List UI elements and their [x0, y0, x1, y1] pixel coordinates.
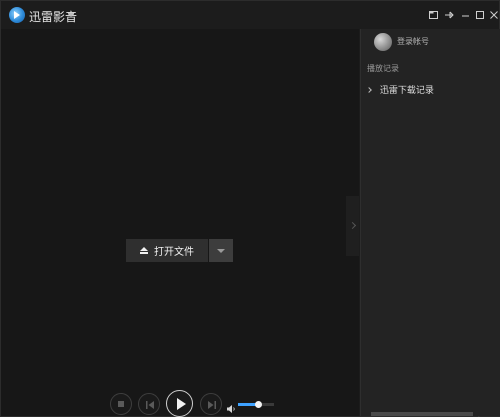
- open-file-dropdown-button[interactable]: [209, 239, 233, 262]
- mini-mode-icon[interactable]: [428, 9, 440, 21]
- close-icon[interactable]: [488, 9, 500, 21]
- next-icon: [208, 401, 216, 409]
- xunlei-logo-icon[interactable]: [9, 7, 25, 23]
- pin-icon[interactable]: [443, 9, 455, 21]
- eject-icon: [140, 247, 148, 254]
- sidebar-scrollbar[interactable]: [371, 412, 473, 416]
- avatar[interactable]: [374, 33, 392, 51]
- player-window: 迅雷影音 打开文件 登录帐号 播放记录 迅雷下载记录: [0, 0, 500, 417]
- play-button[interactable]: [166, 390, 193, 417]
- volume-slider[interactable]: [238, 401, 274, 408]
- open-file-label: 打开文件: [154, 247, 194, 258]
- history-item-label: 迅雷下载记录: [379, 86, 434, 96]
- history-heading: 播放记录: [367, 64, 399, 73]
- volume-icon[interactable]: [226, 399, 236, 413]
- previous-icon: [146, 401, 154, 409]
- open-file-button[interactable]: 打开文件: [126, 239, 208, 262]
- menu-caret-icon[interactable]: [68, 13, 74, 17]
- sidebar-bottom-tools: [465, 408, 495, 417]
- previous-button[interactable]: [138, 393, 160, 415]
- sidebar-toggle-button[interactable]: [346, 196, 359, 256]
- title-bar[interactable]: 迅雷影音: [1, 1, 499, 29]
- volume-knob[interactable]: [254, 401, 262, 408]
- maximize-icon[interactable]: [474, 9, 486, 21]
- next-button[interactable]: [200, 393, 222, 415]
- open-file-group: 打开文件: [126, 239, 233, 262]
- login-link[interactable]: 登录帐号: [397, 36, 429, 47]
- video-area[interactable]: 打开文件: [1, 29, 359, 416]
- sidebar-panel: 登录帐号 播放记录 迅雷下载记录: [360, 29, 500, 417]
- chevron-right-icon: [366, 87, 372, 93]
- minimize-icon[interactable]: [460, 9, 472, 21]
- stop-button[interactable]: [110, 393, 132, 415]
- history-item-xunlei-downloads[interactable]: 迅雷下载记录: [366, 83, 434, 96]
